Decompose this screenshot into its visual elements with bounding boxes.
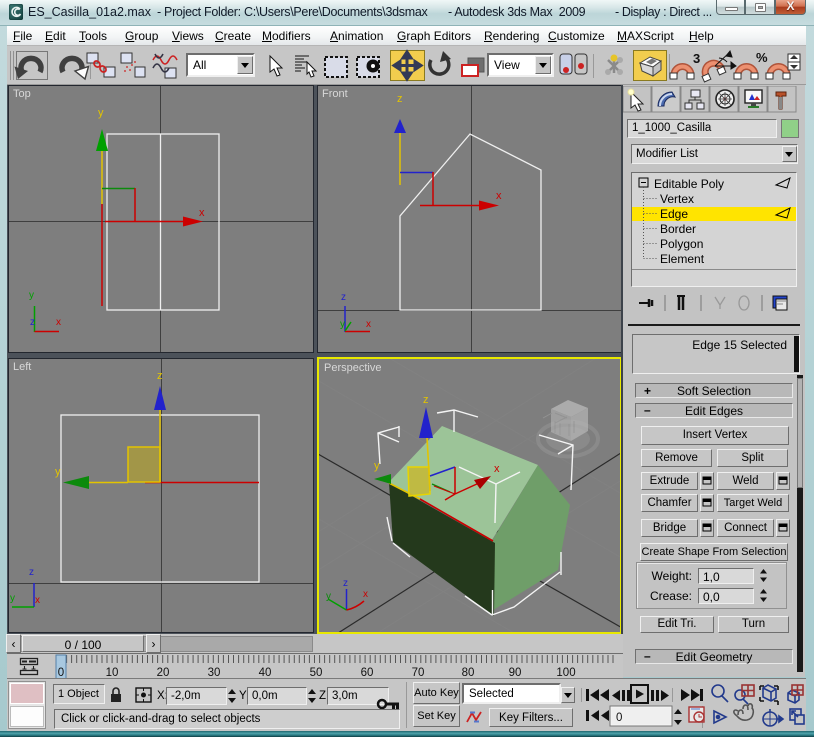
svg-text:Vertex: Vertex bbox=[660, 192, 694, 206]
svg-text:Edge: Edge bbox=[660, 207, 688, 221]
svg-text:%: % bbox=[756, 50, 768, 65]
svg-text:y: y bbox=[98, 107, 104, 119]
svg-text:Element: Element bbox=[660, 252, 705, 266]
svg-text:x: x bbox=[366, 319, 371, 330]
svg-text:z: z bbox=[343, 578, 348, 589]
svg-text:x: x bbox=[199, 207, 205, 219]
svg-text:x: x bbox=[496, 190, 502, 202]
svg-text:x: x bbox=[56, 317, 61, 328]
svg-text:Border: Border bbox=[660, 222, 696, 236]
svg-text:x: x bbox=[363, 589, 368, 600]
svg-text:z: z bbox=[423, 394, 429, 406]
svg-text:z: z bbox=[397, 93, 403, 105]
svg-text:z: z bbox=[29, 567, 34, 578]
svg-text:0: 0 bbox=[616, 712, 622, 724]
svg-text:y: y bbox=[55, 466, 61, 478]
svg-text:Editable Poly: Editable Poly bbox=[654, 177, 724, 191]
svg-text:y: y bbox=[10, 593, 15, 604]
svg-text:y: y bbox=[29, 290, 34, 301]
svg-text:x: x bbox=[494, 463, 500, 475]
svg-text:y: y bbox=[374, 460, 380, 472]
svg-text:z: z bbox=[341, 292, 346, 303]
svg-text:y: y bbox=[326, 591, 331, 602]
svg-text:z: z bbox=[30, 317, 35, 328]
svg-text:y: y bbox=[340, 319, 345, 330]
svg-text:z: z bbox=[157, 370, 163, 382]
svg-text:x: x bbox=[35, 595, 40, 606]
svg-text:3: 3 bbox=[693, 51, 700, 66]
svg-text:Polygon: Polygon bbox=[660, 237, 703, 251]
